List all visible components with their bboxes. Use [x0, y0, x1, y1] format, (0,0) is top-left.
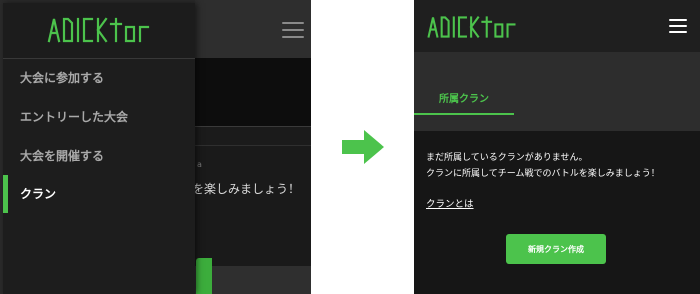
drawer-item-host-tournament[interactable]: 大会を開催する	[3, 137, 195, 175]
brand-logo-mark	[47, 17, 150, 43]
drawer-item-label: クラン	[20, 187, 57, 201]
right-screen: 所属クラン まだ所属しているクランがありません。 クランに所属してチーム戦でのバ…	[414, 0, 700, 294]
create-clan-button[interactable]: 新規クラン作成	[506, 234, 606, 264]
brand-logo[interactable]	[47, 15, 151, 51]
background-banner	[195, 58, 311, 126]
drawer-item-clan[interactable]: クラン	[3, 175, 195, 213]
background-strip	[195, 126, 311, 145]
drawer-header	[3, 3, 195, 59]
background-button	[196, 258, 212, 294]
drawer-item-label: 大会に参加する	[20, 71, 105, 85]
tab-affiliated-clan[interactable]: 所属クラン	[414, 86, 514, 114]
arrow-right-icon	[342, 130, 384, 164]
hamburger-icon[interactable]	[282, 22, 304, 38]
tab-active-underline	[414, 113, 514, 115]
app-header	[414, 0, 700, 52]
background-message-text: ルを楽しみましょう！	[180, 182, 301, 196]
drawer-item-label: エントリーした大会	[20, 110, 129, 124]
drawer-item-label: 大会を開催する	[20, 149, 105, 163]
drawer-item-entered-tournaments[interactable]: エントリーした大会	[3, 98, 195, 136]
active-indicator	[3, 175, 8, 213]
about-clan-link[interactable]: クランとは	[426, 196, 474, 210]
brand-logo-mark	[427, 16, 516, 38]
left-screen: a ルを楽しみましょう！ 大会に参加する エントリーした大会 大会を開催する ク…	[0, 0, 311, 294]
navigation-drawer: 大会に参加する エントリーした大会 大会を開催する クラン	[3, 3, 195, 294]
empty-message-line2: クランに所属してチーム戦でのバトルを楽しみましょう！	[426, 169, 660, 179]
hamburger-icon[interactable]	[669, 19, 687, 33]
brand-logo[interactable]	[424, 14, 520, 45]
background-small-text: a	[197, 160, 202, 169]
drawer-item-join-tournament[interactable]: 大会に参加する	[3, 59, 195, 97]
empty-message-line1: まだ所属しているクランがありません。	[426, 153, 588, 163]
